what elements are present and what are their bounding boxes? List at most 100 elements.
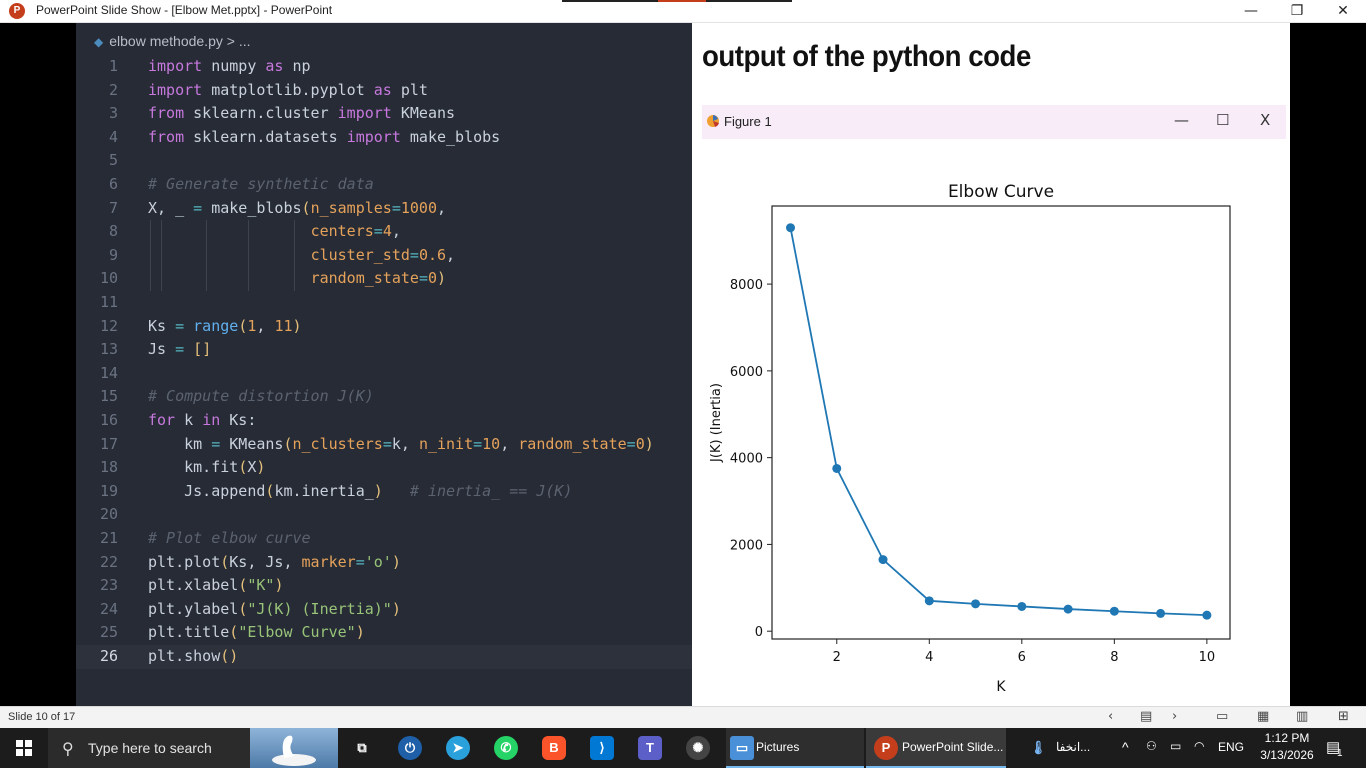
line-number: 15 (99, 387, 118, 406)
plot-frame (771, 205, 1231, 640)
code-line: 10 random_state=0) (76, 267, 692, 291)
show-hidden-icons-icon[interactable]: ^ (1122, 739, 1129, 755)
slide-content: output of the python code Figure 1 — ☐ X… (692, 23, 1290, 706)
maximize-button[interactable]: ❐ (1274, 0, 1320, 22)
brave-browser-icon[interactable]: B (542, 736, 566, 760)
code-text: # Generate synthetic data (148, 175, 374, 193)
language-indicator[interactable]: ENG (1218, 740, 1244, 754)
line-number: 2 (108, 80, 118, 99)
slideshow-view-icon[interactable]: ⊞ (1338, 709, 1349, 724)
code-text: import matplotlib.pyplot as plt (148, 80, 428, 99)
data-point (971, 599, 981, 609)
close-button[interactable]: ✕ (1320, 0, 1366, 22)
code-text: Js.append(km.inertia_) # inertia_ == J(K… (148, 481, 573, 500)
slide-sorter-icon[interactable]: ▦ (1257, 709, 1269, 724)
start-button[interactable] (0, 728, 48, 768)
weather-label: انخفا... (1056, 740, 1091, 754)
elbow-curve-chart: Elbow Curve K J(K) (Inertia) 2 4 6 8 10 0 2000 400… (709, 182, 1231, 695)
code-text: Js = [] (148, 340, 212, 359)
x-tick-label: 10 (1199, 650, 1216, 665)
normal-view-icon[interactable]: ▭ (1216, 709, 1228, 724)
code-line: 20 (76, 503, 692, 527)
code-line: 23 plt.xlabel("K") (76, 574, 692, 598)
figure-minimize-button[interactable]: — (1174, 111, 1189, 129)
code-editor-panel: ◆ elbow methode.py > ... 1 import numpy as… (76, 23, 692, 706)
line-number: 13 (99, 340, 118, 359)
code-line: 11 (76, 291, 692, 315)
powerpoint-taskbar-icon: P (874, 736, 898, 760)
windows-logo-icon (16, 740, 32, 756)
figure-title: Figure 1 (724, 114, 772, 129)
task-view-icon[interactable]: ⧉ (350, 736, 374, 760)
line-number: 19 (99, 481, 118, 500)
previous-slide-icon[interactable]: ‹ (1108, 709, 1113, 724)
line-number: 10 (99, 269, 118, 288)
code-text: from sklearn.datasets import make_blobs (148, 127, 501, 146)
window-title: PowerPoint Slide Show - [Elbow Met.pptx]… (36, 3, 333, 17)
x-tick-label: 6 (1018, 650, 1026, 665)
taskbar-app-powerpoint[interactable]: P PowerPoint Slide... (866, 728, 1006, 768)
x-axis-label: K (996, 679, 1006, 695)
code-line: 15 # Compute distortion J(K) (76, 385, 692, 409)
code-line: 19 Js.append(km.inertia_) # inertia_ == … (76, 480, 692, 504)
code-text: km = KMeans(n_clusters=k, n_init=10, ran… (148, 434, 654, 453)
taskbar-weather-widget[interactable]: 🌡 انخفا... (1024, 728, 1114, 768)
whatsapp-icon[interactable]: ✆ (494, 736, 518, 760)
data-point (786, 223, 796, 233)
line-number: 20 (99, 505, 118, 524)
indent-guide (248, 220, 249, 291)
people-icon[interactable]: ⚇ (1146, 739, 1157, 753)
chatgpt-icon[interactable]: ✺ (686, 736, 710, 760)
code-text: plt.plot(Ks, Js, marker='o') (148, 552, 401, 571)
y-tick-label: 0 (755, 625, 763, 640)
vscode-icon[interactable]: ⟩ (590, 736, 614, 760)
figure-close-button[interactable]: X (1260, 111, 1270, 129)
code-line: 17 km = KMeans(n_clusters=k, n_init=10, … (76, 433, 692, 457)
search-icon: ⚲ (62, 739, 74, 758)
code-line: 3 from sklearn.cluster import KMeans (76, 102, 692, 126)
telegram-icon[interactable]: ➤ (446, 736, 470, 760)
data-point (1109, 606, 1119, 616)
line-number: 5 (108, 151, 118, 170)
line-number: 8 (108, 222, 118, 241)
x-tick-label: 2 (833, 650, 841, 665)
breadcrumb: ◆ elbow methode.py > ... (94, 33, 251, 49)
line-number: 4 (108, 127, 118, 146)
x-tick-label: 4 (925, 650, 933, 665)
slide-heading: output of the python code (702, 40, 1031, 73)
line-number: 3 (108, 104, 118, 123)
data-point (1063, 604, 1073, 614)
reading-view-icon[interactable]: ▥ (1296, 709, 1308, 724)
power-app-icon[interactable]: ⏻ (398, 736, 422, 760)
code-line: 5 (76, 149, 692, 173)
battery-icon[interactable]: ▭ (1170, 739, 1181, 753)
line-number: 1 (108, 57, 118, 75)
line-number: 22 (99, 552, 118, 571)
indent-guide (150, 220, 151, 291)
code-line: 6 # Generate synthetic data (76, 173, 692, 197)
thermometer-icon: 🌡 (1029, 740, 1047, 755)
code-line: 7 X, _ = make_blobs(n_samples=1000, (76, 197, 692, 221)
code-line: 25 plt.title("Elbow Curve") (76, 621, 692, 645)
code-line: 18 km.fit(X) (76, 456, 692, 480)
next-slide-icon[interactable]: › (1172, 709, 1177, 724)
line-number: 6 (108, 175, 118, 193)
code-text: # Compute distortion J(K) (148, 387, 374, 406)
clock-date[interactable]: 3/13/2026 (1256, 748, 1318, 762)
figure-maximize-button[interactable]: ☐ (1216, 111, 1229, 129)
line-number: 11 (99, 293, 118, 311)
wifi-icon[interactable]: ◠ (1194, 739, 1204, 753)
data-point (832, 463, 842, 473)
slide-menu-icon[interactable]: ▤ (1140, 709, 1152, 724)
teams-icon[interactable]: T (638, 736, 662, 760)
slide-counter: Slide 10 of 17 (8, 711, 76, 723)
search-highlight-image (250, 728, 338, 768)
minimize-button[interactable]: — (1228, 0, 1274, 22)
clock-time[interactable]: 1:12 PM (1262, 731, 1312, 745)
line-number: 18 (99, 458, 118, 477)
taskbar-app-pictures[interactable]: ▭ Pictures (726, 728, 864, 768)
data-point (924, 596, 934, 606)
file-explorer-icon: ▭ (730, 736, 754, 760)
code-line: 1 import numpy as np (76, 55, 692, 79)
line-number: 23 (99, 576, 118, 595)
